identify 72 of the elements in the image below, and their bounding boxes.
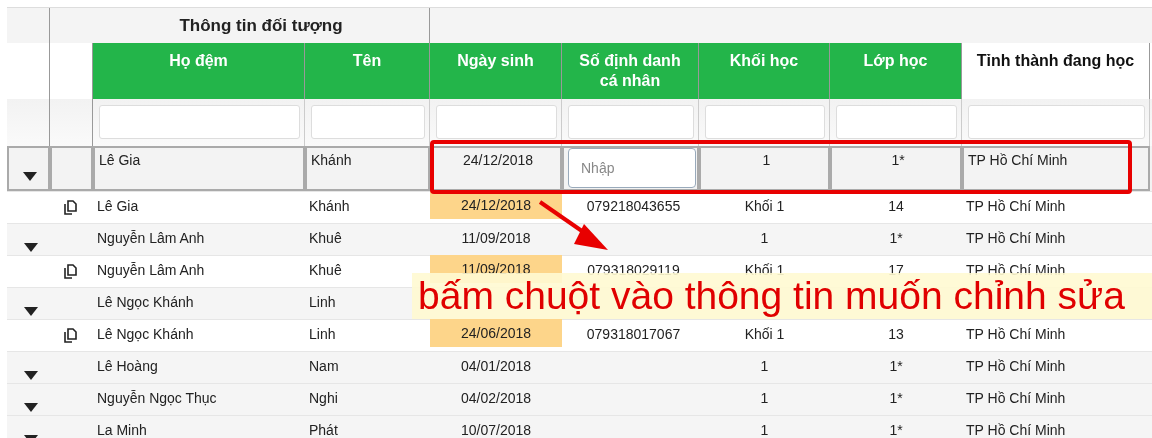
- table-cell-text: 04/01/2018: [459, 357, 533, 375]
- table-cell-text: 14: [887, 197, 905, 215]
- table-cell-text: 1: [759, 389, 770, 407]
- filter-field[interactable]: [568, 105, 694, 139]
- table-cell-text: TP Hồ Chí Minh: [965, 421, 1067, 438]
- table-cell-text: TP Hồ Chí Minh: [965, 197, 1067, 215]
- table-cell-text: Lê Ngọc Khánh: [96, 325, 195, 343]
- annotation-text: bấm chuột vào thông tin muốn chỉnh sửa: [412, 273, 1152, 319]
- table-cell-text: Linh: [308, 293, 337, 311]
- table-cell-text: Khuê: [308, 261, 343, 279]
- caret-icon[interactable]: [23, 172, 37, 181]
- table-cell-text: Nguyễn Lâm Anh: [96, 261, 206, 279]
- filter-field[interactable]: [311, 105, 425, 139]
- table-cell: 24/06/2018: [430, 319, 562, 347]
- table-cell-text: 11/09/2018: [460, 229, 532, 247]
- column-header[interactable]: Khối học: [699, 43, 830, 99]
- table-cell-text: 079318017067: [585, 325, 682, 343]
- table-cell-text: TP Hồ Chí Minh: [965, 357, 1067, 375]
- filter-field[interactable]: [705, 105, 825, 139]
- table-cell-text: Nam: [308, 357, 340, 375]
- group-header: Thông tin đối tượng: [179, 15, 343, 36]
- table-cell-text: Khối 1: [743, 197, 786, 215]
- table-cell-text: Khánh: [310, 151, 353, 169]
- table-cell-text: Lê Hoàng: [96, 357, 159, 375]
- table-cell-text: 1: [759, 421, 770, 438]
- column-header[interactable]: Tên: [305, 43, 430, 99]
- table-cell-text: Nguyễn Lâm Anh: [96, 229, 206, 247]
- id-input-field[interactable]: Nhập: [568, 148, 696, 188]
- table-cell-text: Khánh: [308, 197, 351, 215]
- table-cell-text: TP Hồ Chí Minh: [965, 389, 1067, 407]
- table-cell-text: TP Hồ Chí Minh: [965, 229, 1067, 247]
- table-cell-text: 1: [759, 229, 770, 247]
- caret-icon[interactable]: [24, 243, 38, 252]
- table-cell-text: 24/12/2018: [461, 151, 535, 169]
- empty-cell: [50, 146, 93, 191]
- table-cell-text: Phát: [308, 421, 339, 438]
- filter-field[interactable]: [968, 105, 1145, 139]
- copy-icon[interactable]: [64, 200, 77, 215]
- caret-icon[interactable]: [24, 371, 38, 380]
- table-cell-text: 079218043655: [585, 197, 682, 215]
- table-cell-text: 1*: [888, 357, 904, 375]
- table-cell-text: Nghi: [308, 389, 339, 407]
- filter-field[interactable]: [436, 105, 557, 139]
- table-cell-text: Khối 1: [743, 325, 786, 343]
- caret-icon[interactable]: [24, 307, 38, 316]
- table-cell-text: 1: [761, 151, 772, 169]
- table-cell-text: Linh: [308, 325, 337, 343]
- column-header[interactable]: Họ đệm: [93, 43, 305, 99]
- table-cell-text: Lê Ngọc Khánh: [96, 293, 195, 311]
- table-cell-text: 10/07/2018: [459, 421, 533, 438]
- table-cell-text: Nguyễn Ngọc Thục: [96, 389, 218, 407]
- table-cell-text: 1: [759, 357, 770, 375]
- filter-field[interactable]: [99, 105, 300, 139]
- table-cell-text: Lê Gia: [96, 197, 140, 215]
- copy-icon[interactable]: [64, 328, 77, 343]
- caret-icon[interactable]: [24, 403, 38, 412]
- filter-field[interactable]: [836, 105, 957, 139]
- column-header[interactable]: Số định danh cá nhân: [562, 43, 699, 99]
- table-cell-text: TP Hồ Chí Minh: [967, 151, 1069, 169]
- table-cell-text: 1*: [888, 389, 904, 407]
- table-cell-text: 1*: [888, 229, 904, 247]
- table-cell-text: La Minh: [96, 421, 148, 438]
- table-cell-text: 1*: [888, 421, 904, 438]
- table-cell-text: Khuê: [308, 229, 343, 247]
- copy-icon[interactable]: [64, 264, 77, 279]
- table-cell-text: 04/02/2018: [459, 389, 533, 407]
- table-cell-text: TP Hồ Chí Minh: [965, 325, 1067, 343]
- table-cell-text: 1*: [890, 151, 906, 169]
- column-header[interactable]: Lớp học: [830, 43, 962, 99]
- column-header[interactable]: Ngày sinh: [430, 43, 562, 99]
- table-cell-text: Lê Gia: [98, 151, 142, 169]
- table-cell-text: 13: [887, 325, 905, 343]
